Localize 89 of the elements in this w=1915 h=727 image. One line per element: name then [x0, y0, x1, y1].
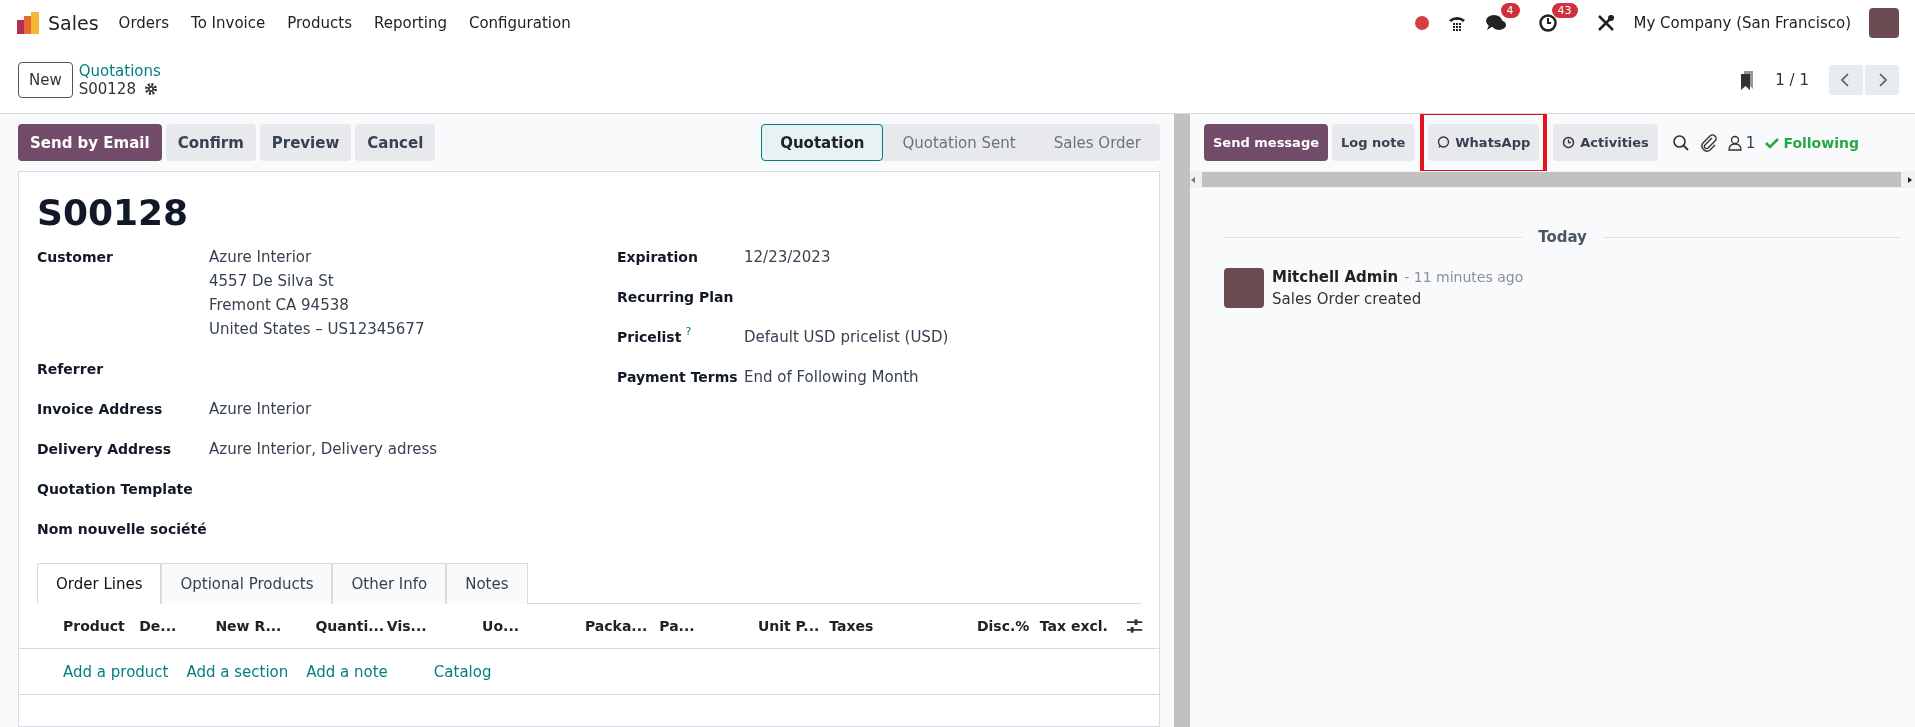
clock-icon[interactable] [1537, 13, 1558, 33]
notebook-tab[interactable]: Other Info [332, 563, 447, 604]
app-name[interactable]: Sales [48, 12, 99, 34]
field-label: Invoice Address [37, 400, 164, 419]
help-mark[interactable]: ? [685, 325, 692, 349]
field-label: Referrer [37, 360, 105, 379]
field-label: Quotation Template [37, 480, 194, 499]
field-label: Customer [37, 248, 114, 267]
field-label: Expiration [617, 248, 698, 267]
field-value: United States – US12345677 [209, 319, 425, 340]
date-separator: Today [1538, 228, 1587, 246]
field-label: Payment Terms [617, 368, 738, 387]
field-value: Fremont CA 94538 [209, 295, 350, 316]
column-header[interactable]: Quanti... [315, 618, 387, 634]
vertical-scrollbar[interactable] [1174, 114, 1190, 727]
bookmark-icon[interactable] [1739, 69, 1756, 90]
column-header[interactable]: Unit P... [754, 618, 830, 634]
author-avatar [1224, 268, 1264, 308]
notebook-tab[interactable]: Optional Products [161, 563, 333, 604]
add-link[interactable]: Add a section [186, 663, 289, 694]
count-badge: 4 [1500, 3, 1520, 18]
action-button[interactable]: Confirm [165, 124, 256, 161]
column-header[interactable]: Pa... [659, 618, 755, 634]
pager-value: 1 / 1 [1775, 70, 1809, 89]
chevron-right-icon[interactable] [1865, 64, 1899, 95]
gear-icon[interactable] [143, 81, 158, 96]
clock-icon[interactable] [1562, 136, 1576, 149]
new-button[interactable]: New [18, 61, 73, 98]
followers-button[interactable]: 1 [1727, 133, 1756, 152]
app-logo-icon [16, 11, 40, 35]
action-button[interactable]: Preview [259, 124, 352, 161]
breadcrumb-link[interactable]: Quotations [78, 61, 161, 80]
notebook-tab[interactable]: Order Lines [37, 563, 162, 604]
column-header[interactable]: Taxes [829, 618, 944, 634]
action-button[interactable]: Cancel [355, 124, 436, 161]
message-text: Sales Order created [1272, 290, 1423, 308]
column-header[interactable]: Tax excl. [1039, 618, 1118, 634]
column-header[interactable]: Product [63, 618, 140, 634]
notebook-tab[interactable]: Notes [446, 563, 528, 604]
field-value: 12/23/2023 [744, 247, 831, 268]
status-stage[interactable]: Sales Order [1034, 124, 1160, 161]
menu-item[interactable]: Configuration [468, 14, 571, 32]
menu-item[interactable]: To Invoice [191, 14, 266, 32]
field-value: End of Following Month [744, 367, 919, 388]
record-name: S00128 [78, 79, 136, 98]
column-header[interactable]: Vis... [386, 618, 483, 634]
add-link[interactable]: Add a note [306, 663, 388, 694]
column-header[interactable]: New R... [215, 618, 316, 634]
author-name[interactable]: Mitchell Admin [1272, 268, 1399, 286]
chevron-left-icon[interactable] [1829, 64, 1863, 95]
chatter-button[interactable]: Send message [1204, 124, 1328, 161]
menu-item[interactable]: Orders [118, 14, 170, 32]
field-label: Delivery Address [37, 440, 173, 459]
field-label: Nom nouvelle société [37, 520, 208, 539]
status-stage[interactable]: Quotation Sent [883, 124, 1035, 161]
column-header[interactable]: Uo... [482, 618, 585, 634]
person-icon[interactable] [1727, 134, 1742, 151]
menu-item[interactable]: Products [287, 14, 352, 32]
chatter-button[interactable]: Log note [1332, 124, 1415, 161]
chatter-button[interactable]: WhatsApp [1428, 124, 1540, 161]
status-stage[interactable]: Quotation [761, 124, 884, 161]
field-label: Pricelist [617, 328, 682, 347]
column-header[interactable]: Packa... [584, 618, 660, 634]
sliders-icon[interactable] [1125, 618, 1143, 634]
field-value: Azure Interior [209, 399, 312, 420]
add-link[interactable]: Add a product [63, 663, 169, 694]
field-value: Azure Interior, Delivery adress [209, 439, 438, 460]
field-value: Default USD pricelist (USD) [744, 327, 949, 348]
column-header[interactable]: Disc.% [943, 618, 1040, 634]
field-label: Recurring Plan [617, 288, 734, 307]
search-icon[interactable] [1671, 133, 1690, 152]
count-badge: 43 [1551, 3, 1578, 18]
record-title: S00128 [37, 192, 190, 233]
chat-bubble-icon[interactable] [1437, 136, 1451, 149]
action-button[interactable]: Send by Email [18, 124, 162, 161]
chatter-button[interactable]: Activities [1553, 124, 1658, 161]
column-header[interactable]: De... [139, 618, 216, 634]
menu-item[interactable]: Reporting [374, 14, 447, 32]
checkmark-icon[interactable] [1765, 136, 1780, 149]
status-dot [1414, 16, 1429, 30]
arrow-left-icon[interactable] [1190, 174, 1198, 185]
tools-icon[interactable] [1595, 13, 1616, 33]
paperclip-icon[interactable] [1699, 133, 1718, 152]
add-link[interactable]: Catalog [433, 663, 492, 694]
field-value: 4557 De Silva St [209, 271, 335, 292]
message-time: - 11 minutes ago [1404, 269, 1524, 285]
field-value: Azure Interior [209, 247, 313, 268]
chat-icon[interactable] [1484, 13, 1507, 33]
company-switcher[interactable]: My Company (San Francisco) [1633, 14, 1851, 32]
